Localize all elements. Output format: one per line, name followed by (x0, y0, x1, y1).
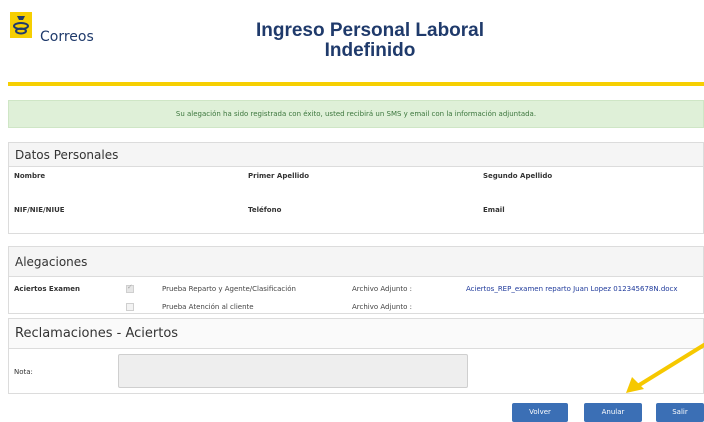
datos-personales-panel: Datos Personales (8, 142, 704, 234)
archivo-adjunto-label: Archivo Adjunto : (352, 303, 412, 311)
salir-button[interactable]: Salir (656, 403, 704, 422)
annotation-arrow-icon (620, 335, 704, 395)
telefono-label: Teléfono (248, 206, 282, 214)
correos-logo-icon (10, 12, 32, 38)
page-title-line1: Ingreso Personal Laboral (255, 20, 485, 41)
reclamaciones-heading: Reclamaciones - Aciertos (9, 319, 703, 349)
prueba-reparto-label: Prueba Reparto y Agente/Clasificación (162, 285, 296, 293)
datos-personales-heading: Datos Personales (9, 143, 703, 167)
nota-label: Nota: (14, 368, 33, 376)
email-label: Email (483, 206, 505, 214)
success-alert: Su alegación ha sido registrada con éxit… (8, 100, 704, 128)
page-title: Ingreso Personal Laboral Indefinido (190, 21, 550, 61)
attached-file-link[interactable]: Aciertos_REP_examen reparto Juan Lopez 0… (466, 285, 678, 293)
archivo-adjunto-label: Archivo Adjunto : (352, 285, 412, 293)
prueba-reparto-checkbox[interactable] (126, 283, 134, 293)
prueba-atencion-label: Prueba Atención al cliente (162, 303, 254, 311)
volver-button[interactable]: Volver (512, 403, 568, 422)
aciertos-examen-label: Aciertos Examen (14, 285, 80, 293)
nif-label: NIF/NIE/NIUE (14, 206, 65, 214)
anular-button[interactable]: Anular (584, 403, 642, 422)
brand-name: Correos (40, 29, 94, 45)
header-divider (8, 82, 704, 86)
alegaciones-heading: Alegaciones (9, 247, 703, 277)
nota-input[interactable] (118, 354, 468, 388)
segundo-apellido-label: Segundo Apellido (483, 172, 553, 180)
nombre-label: Nombre (14, 172, 46, 180)
page-title-line2: Indefinido (324, 40, 416, 61)
primer-apellido-label: Primer Apellido (248, 172, 310, 180)
prueba-atencion-checkbox[interactable] (126, 303, 134, 311)
